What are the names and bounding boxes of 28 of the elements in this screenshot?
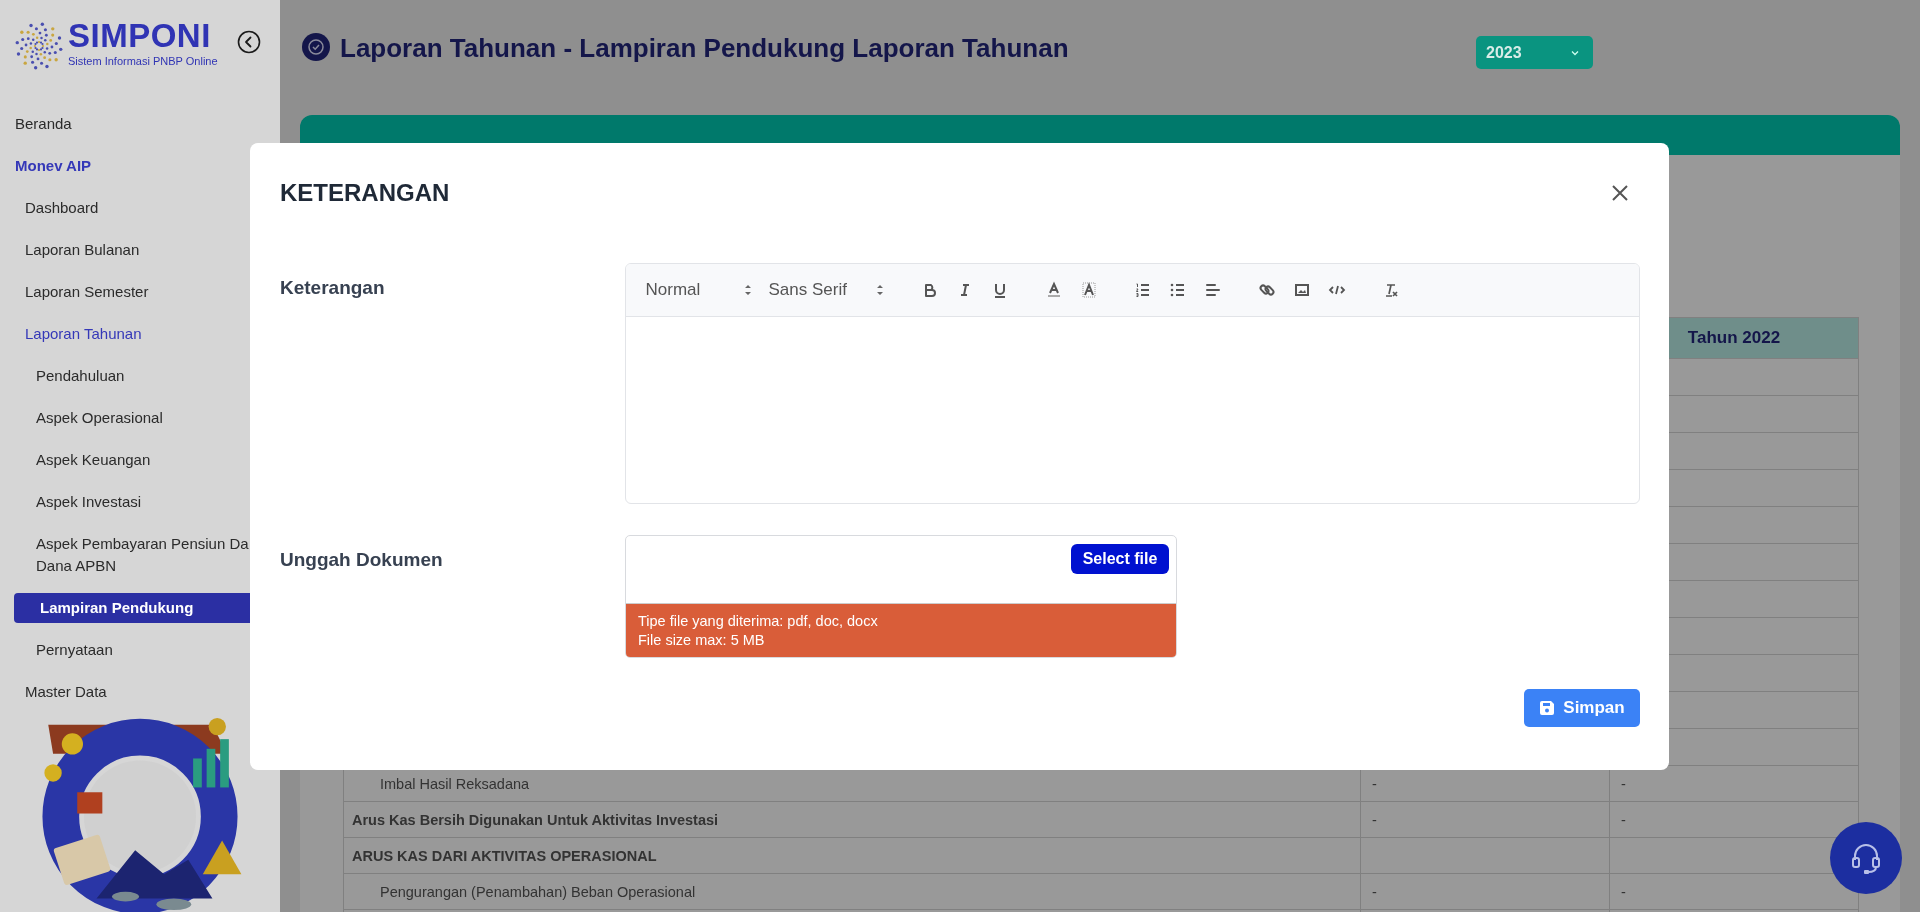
font-dropdown[interactable]: Sans Serif (760, 276, 893, 304)
dialog-title: KETERANGAN (280, 179, 450, 207)
field-label: Keterangan (280, 276, 386, 299)
check-circle-icon (302, 33, 330, 61)
table-cell: Arus Kas Bersih Digunakan Untuk Aktivitas Investasi (344, 802, 1361, 837)
rich-text-editor[interactable]: Normal Sans Serif (624, 263, 1640, 504)
menu-item[interactable]: Beranda (0, 103, 280, 145)
close-icon[interactable] (1610, 183, 1630, 203)
file-info-text: File size max: 5 MB (638, 631, 766, 650)
field-label: Unggah Dokumen (280, 548, 444, 571)
table-cell: - (1372, 775, 1377, 792)
logo-subtitle: Sistem Informasi PNBP Online (68, 54, 218, 68)
file-info-text: Tipe file yang diterima: pdf, doc, docx (638, 612, 879, 631)
heading-dropdown[interactable]: Normal (637, 276, 761, 304)
logo-title: SIMPONI (68, 18, 212, 54)
collapse-icon[interactable] (236, 30, 261, 54)
select-file-button[interactable]: Select file (1071, 544, 1169, 574)
table-cell: - (1621, 775, 1626, 792)
table-cell: Pengurangan (Penambahan) Beban Operasional (344, 874, 1361, 909)
table-cell: - (1372, 811, 1377, 828)
table-cell: ARUS KAS DARI AKTIVITAS OPERASIONAL (344, 838, 1361, 873)
file-upload-field[interactable]: Select file Tipe file yang diterima: pdf, doc, docx File size max: 5 MB (625, 535, 1177, 658)
table-cell: - (1372, 883, 1377, 900)
page-title: Laporan Tahunan - Lampiran Pendukung Laporan Tahunan (340, 33, 1070, 63)
logo-icon (15, 22, 63, 70)
table-cell: - (1621, 883, 1626, 900)
table-cell: - (1621, 811, 1626, 828)
save-button[interactable]: Simpan (1524, 689, 1640, 727)
